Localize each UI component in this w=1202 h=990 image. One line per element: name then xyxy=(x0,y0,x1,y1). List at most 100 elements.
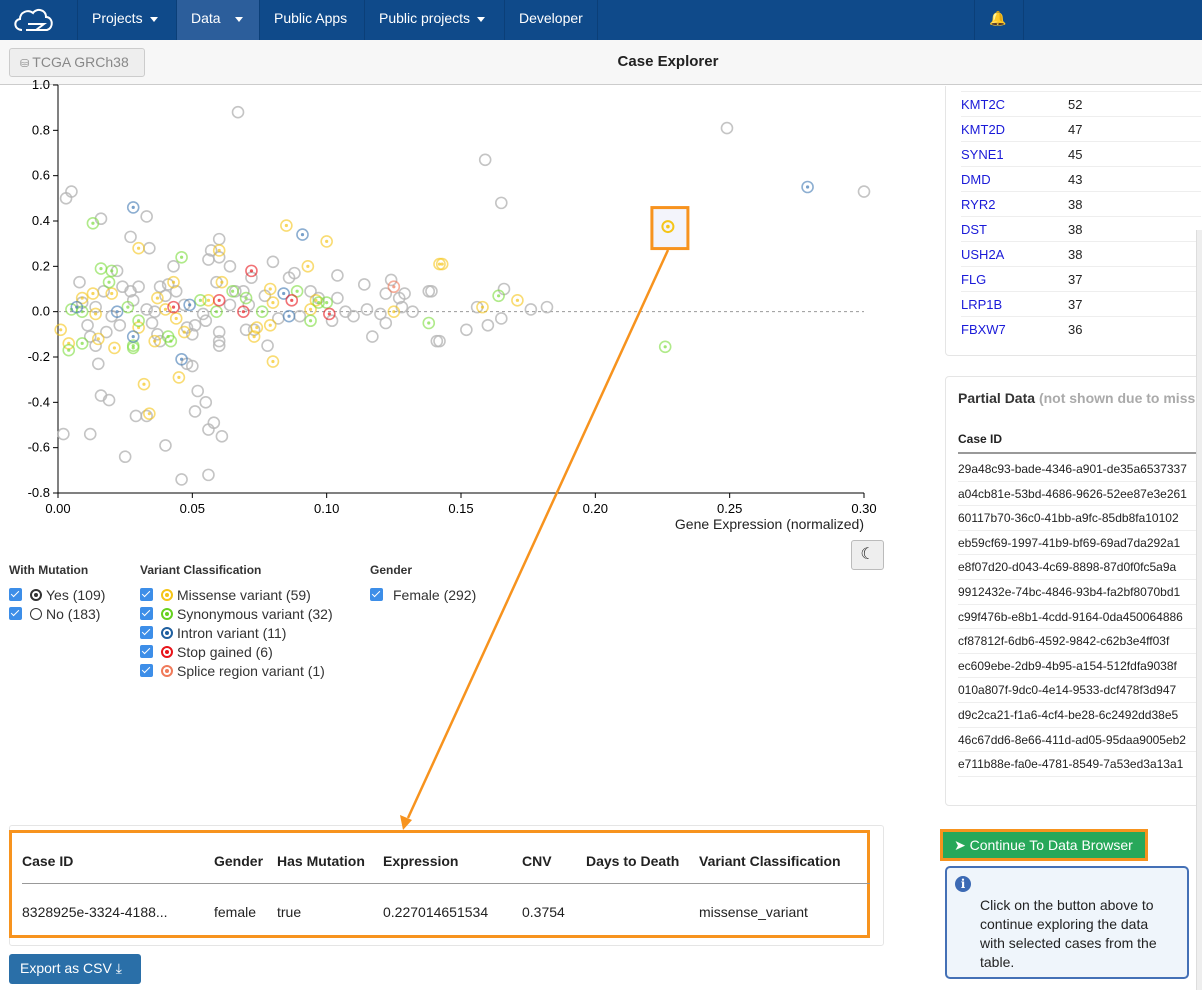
export-csv-button[interactable]: Export as CSV ⤓ xyxy=(9,954,141,984)
checkbox[interactable] xyxy=(9,588,22,601)
column-header[interactable]: Days to Death xyxy=(586,853,679,869)
legend-label: Stop gained (6) xyxy=(177,643,273,660)
gene-count: 43 xyxy=(1068,172,1083,187)
data-point-mutation-dot xyxy=(290,298,294,302)
checkbox[interactable] xyxy=(140,626,153,639)
data-point-mutation-dot xyxy=(169,339,173,343)
data-point-mutation-dot xyxy=(231,289,235,293)
checkbox[interactable] xyxy=(140,664,153,677)
data-point-mutation-dot xyxy=(244,296,248,300)
checkbox[interactable] xyxy=(140,588,153,601)
data-point-mutation-dot xyxy=(171,305,176,309)
continue-label: Continue To Data Browser xyxy=(969,837,1133,853)
partial-row[interactable]: 60117b70-36c0-41bb-a9fc-85db8fa10102 xyxy=(958,506,1202,531)
filter-splice[interactable]: Splice region variant (1) xyxy=(140,661,333,680)
data-point-mutation-dot xyxy=(163,307,168,311)
partial-row[interactable]: 010a807f-9dc0-4e14-9533-dcf478f3d947 xyxy=(958,678,1202,703)
filter-yes[interactable]: Yes (109) xyxy=(9,585,105,604)
notifications-button[interactable]: 🔔 xyxy=(974,0,1024,59)
column-header[interactable]: Has Mutation xyxy=(277,853,365,869)
column-header[interactable]: Variant Classification xyxy=(699,853,841,869)
gene-count: 38 xyxy=(1068,247,1083,262)
data-point-mutation-dot xyxy=(282,291,286,296)
gene-link[interactable]: DMD xyxy=(961,167,991,192)
filter-no[interactable]: No (183) xyxy=(9,604,105,623)
gene-link[interactable]: KMT2D xyxy=(961,117,1005,142)
table-cell: missense_variant xyxy=(699,904,808,920)
filter-stop[interactable]: Stop gained (6) xyxy=(140,642,333,661)
checkbox[interactable] xyxy=(140,607,153,620)
gene-link[interactable]: FBXW7 xyxy=(961,317,1006,342)
checkbox[interactable] xyxy=(140,645,153,658)
column-header[interactable]: CNV xyxy=(522,853,552,869)
data-point-mutation-dot xyxy=(271,359,275,364)
data-point-mutation-dot xyxy=(59,328,63,332)
data-point-mutation-dot xyxy=(131,335,135,339)
legend-label: Intron variant (11) xyxy=(177,624,287,641)
gene-link[interactable]: RYR2 xyxy=(961,192,995,217)
gene-link[interactable]: SYNE1 xyxy=(961,142,1004,167)
partial-row[interactable]: d9c2ca21-f1a6-4cf4-be28-6c2492dd38e5 xyxy=(958,703,1202,728)
partial-row[interactable]: ec609ebe-2db9-4b95-a154-512fdfa9038f xyxy=(958,654,1202,679)
data-point-mutation-dot xyxy=(515,298,520,302)
info-icon: i xyxy=(955,876,971,892)
column-header[interactable]: Gender xyxy=(214,853,263,869)
data-point xyxy=(374,307,387,321)
partial-row[interactable]: eb59cf69-1997-41b9-bf69-69ad7da292a1 xyxy=(958,531,1202,556)
data-point-mutation-dot xyxy=(179,357,184,361)
data-point xyxy=(202,468,215,482)
data-point xyxy=(223,260,237,273)
partial-row[interactable]: cf87812f-6db6-4592-9842-c62b3e4ff03f xyxy=(958,629,1202,654)
data-point-mutation-dot xyxy=(220,280,224,284)
filter-synonymous[interactable]: Synonymous variant (32) xyxy=(140,604,333,623)
x-tick-label: 0.15 xyxy=(448,501,473,516)
partial-row[interactable]: 46c67dd6-8e66-411d-ad05-95daa9005eb2 xyxy=(958,728,1202,753)
table-cell: true xyxy=(277,904,302,920)
data-point xyxy=(857,185,871,198)
gene-link[interactable]: USH2A xyxy=(961,242,1004,267)
checkbox[interactable] xyxy=(9,607,22,620)
gene-row: USH2A 38 xyxy=(961,241,1201,266)
data-point-mutation-dot xyxy=(131,205,135,209)
partial-row[interactable]: c99f476b-e8b1-4cdd-9164-0da450064886 xyxy=(958,605,1202,630)
data-point xyxy=(357,278,371,291)
data-point-mutation-dot xyxy=(306,264,310,268)
table-cell: 8328925e-3324-4188... xyxy=(22,904,168,920)
data-point xyxy=(325,314,339,328)
gene-count: 38 xyxy=(1068,222,1083,237)
data-point-mutation-dot xyxy=(214,310,219,314)
column-header[interactable]: Expression xyxy=(383,853,458,869)
filter-female[interactable]: Female (292) xyxy=(370,585,476,604)
arrow-circle-right-icon: ➤ xyxy=(954,837,966,853)
theme-toggle-button[interactable]: ☾ xyxy=(851,540,884,570)
partial-row[interactable]: 9912432e-74bc-4846-93b4-fa2bf8070bd1 xyxy=(958,580,1202,605)
legend-title: With Mutation xyxy=(9,563,89,577)
partial-row[interactable]: 29a48c93-bade-4346-a901-de35a6537337 xyxy=(958,457,1202,482)
gene-link[interactable]: FLG xyxy=(961,267,986,292)
column-header[interactable]: Case ID xyxy=(22,853,73,869)
table-cell: 0.3754 xyxy=(522,904,565,920)
data-point-mutation-dot xyxy=(107,280,111,284)
data-point-mutation-dot xyxy=(325,301,329,305)
y-tick-label: -0.6 xyxy=(28,440,50,455)
filter-intron[interactable]: Intron variant (11) xyxy=(140,623,333,642)
gene-link[interactable]: LRP1B xyxy=(961,292,1002,317)
data-point-mutation-dot xyxy=(96,337,100,341)
continue-to-data-browser-button[interactable]: ➤ Continue To Data Browser xyxy=(940,829,1148,861)
data-point-mutation-dot xyxy=(198,298,202,302)
partial-row[interactable]: a04cb81e-53bd-4686-9626-52ee87e3e261 xyxy=(958,482,1202,507)
intron-icon xyxy=(161,626,173,639)
partial-row[interactable]: e711b88e-fa0e-4781-8549-7a53ed3a13a1 xyxy=(958,752,1202,777)
data-point xyxy=(293,309,307,323)
data-point-mutation-dot xyxy=(295,289,299,293)
checkbox[interactable] xyxy=(370,588,383,601)
gene-link[interactable]: KMT2C xyxy=(961,92,1005,117)
scrollbar[interactable] xyxy=(1196,230,1202,990)
partial-title: Partial Data (not shown due to missi xyxy=(958,390,1199,406)
data-point xyxy=(360,303,374,316)
partial-row[interactable]: e8f07d20-d043-4c69-8898-87d0f0fc5a9a xyxy=(958,555,1202,580)
gene-link[interactable]: DST xyxy=(961,217,987,242)
data-point-mutation-dot xyxy=(110,269,114,273)
data-point-mutation-dot xyxy=(663,345,667,349)
filter-missense[interactable]: Missense variant (59) xyxy=(140,585,333,604)
